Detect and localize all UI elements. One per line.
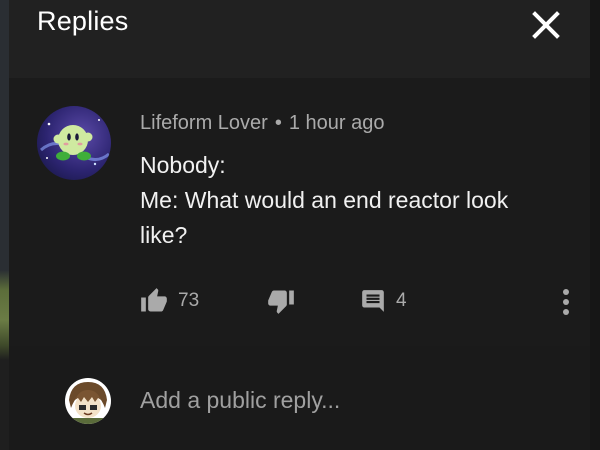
thumb-up-icon (141, 288, 167, 312)
background-game-strip (0, 0, 9, 450)
reply-icon (362, 290, 384, 312)
reply-input[interactable] (140, 384, 560, 416)
comment-line: Nobody: (140, 152, 226, 178)
user-avatar[interactable] (65, 378, 111, 424)
reply-count: 4 (396, 290, 407, 311)
comment-thread-item: Lifeform Lover • 1 hour ago Nobody: Me: Wh… (9, 78, 590, 346)
author-avatar[interactable] (37, 106, 111, 180)
thumb-down-icon (268, 290, 294, 314)
comment-line: Me: What would an end reactor look (140, 187, 509, 213)
kirby-avatar-image (37, 106, 111, 180)
close-button[interactable] (529, 6, 565, 42)
more-vert-icon (563, 289, 569, 315)
more-options-button[interactable] (556, 286, 576, 318)
author-name[interactable]: Lifeform Lover (140, 112, 268, 134)
reply-composer (9, 346, 590, 450)
comment-time[interactable]: 1 hour ago (289, 112, 385, 134)
comment-line: like? (140, 222, 188, 248)
user-avatar-image (65, 378, 111, 424)
like-button[interactable]: 73 (140, 286, 199, 316)
page-title: Replies (37, 6, 129, 36)
comment-text: Nobody: Me: What would an end reactor lo… (140, 148, 580, 253)
comment-meta: Lifeform Lover • 1 hour ago (140, 112, 385, 135)
like-count: 73 (178, 290, 200, 311)
dislike-button[interactable] (267, 286, 295, 316)
background-right-strip (590, 0, 600, 450)
meta-separator: • (274, 112, 282, 134)
replies-header: Replies (9, 0, 590, 78)
reply-button[interactable]: 4 (360, 286, 407, 316)
close-icon (532, 11, 560, 39)
